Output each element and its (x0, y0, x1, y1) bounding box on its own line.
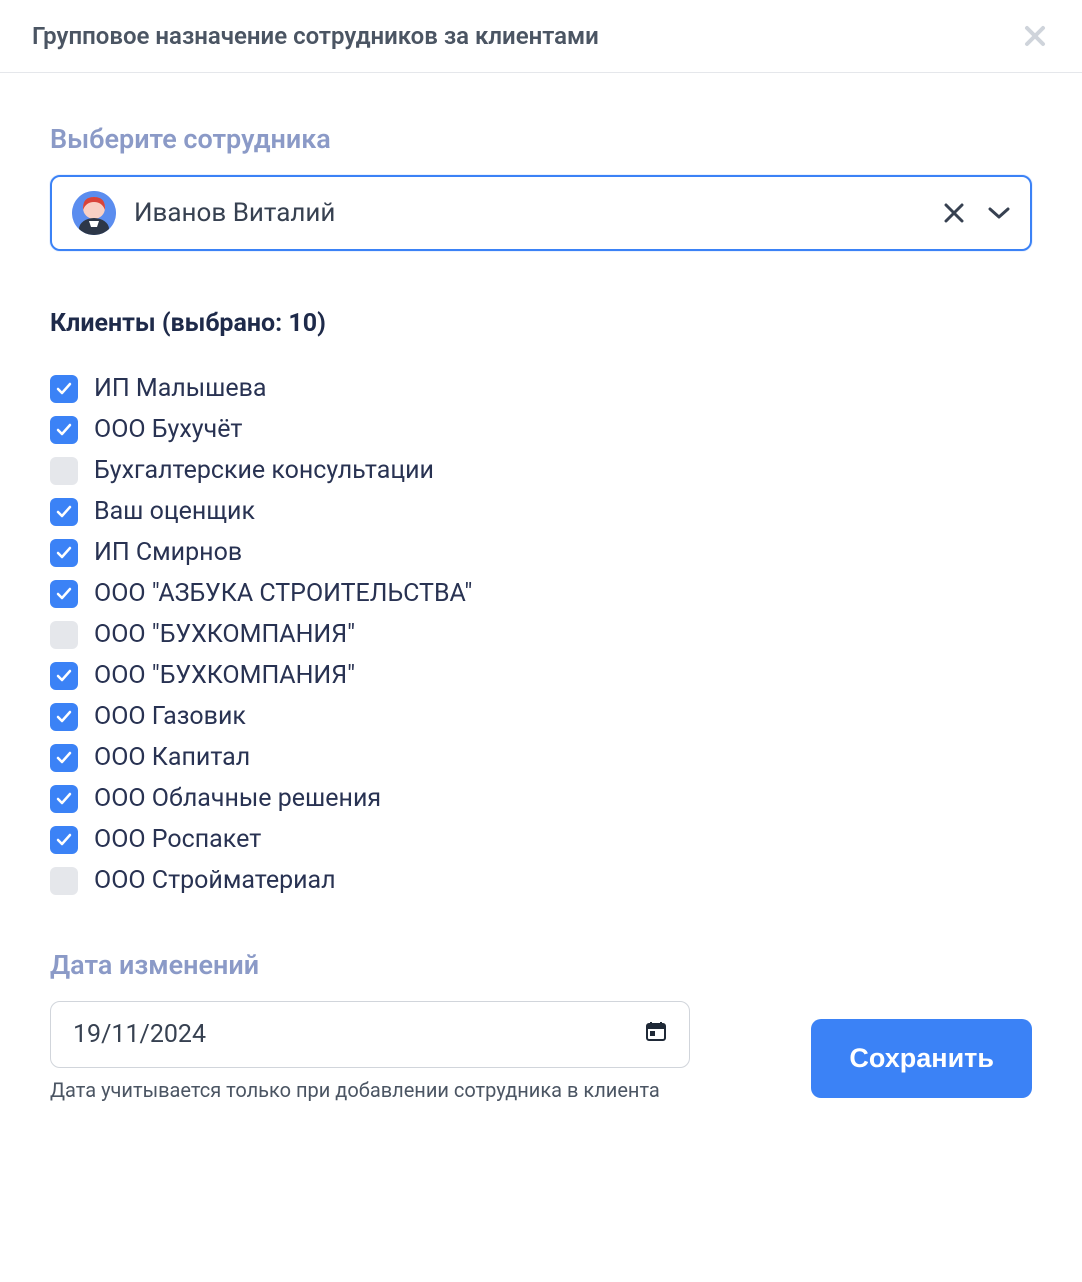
client-list: ИП Малышева ООО Бухучёт Бухгалтерские конс… (50, 374, 1032, 895)
chevron-down-icon (988, 206, 1010, 220)
client-row: ИП Малышева (50, 374, 1032, 403)
client-row: ООО "АЗБУКА СТРОИТЕЛЬСТВА" (50, 579, 1032, 608)
client-row: Бухгалтерские консультации (50, 456, 1032, 485)
check-icon (55, 708, 73, 726)
close-button[interactable] (1020, 20, 1050, 52)
client-label: ООО "БУХКОМПАНИЯ" (94, 661, 355, 690)
date-input[interactable]: 19/11/2024 (50, 1001, 690, 1068)
modal-title: Групповое назначение сотрудников за клие… (32, 22, 599, 50)
employee-avatar (72, 191, 116, 235)
client-checkbox[interactable] (50, 703, 78, 731)
clear-selection-button[interactable] (944, 203, 964, 223)
client-row: ИП Смирнов (50, 538, 1032, 567)
date-hint: Дата учитывается только при добавлении с… (50, 1078, 690, 1102)
client-label: Бухгалтерские консультации (94, 456, 434, 485)
client-label: ООО "АЗБУКА СТРОИТЕЛЬСТВА" (94, 579, 472, 608)
client-checkbox[interactable] (50, 539, 78, 567)
check-icon (55, 667, 73, 685)
check-icon (55, 503, 73, 521)
modal-header: Групповое назначение сотрудников за клие… (0, 0, 1082, 73)
client-checkbox[interactable] (50, 621, 78, 649)
client-label: ООО Роспакет (94, 825, 261, 854)
check-icon (55, 749, 73, 767)
client-row: ООО "БУХКОМПАНИЯ" (50, 661, 1032, 690)
client-checkbox[interactable] (50, 580, 78, 608)
employee-select[interactable]: Иванов Виталий (50, 175, 1032, 251)
check-icon (55, 585, 73, 603)
client-label: ООО "БУХКОМПАНИЯ" (94, 620, 355, 649)
clients-heading: Клиенты (выбрано: 10) (50, 309, 1032, 338)
calendar-icon (645, 1020, 667, 1049)
client-checkbox[interactable] (50, 498, 78, 526)
client-label: Ваш оценщик (94, 497, 255, 526)
client-label: ООО Облачные решения (94, 784, 381, 813)
employee-selected-name: Иванов Виталий (134, 198, 944, 228)
client-label: ИП Малышева (94, 374, 267, 403)
check-icon (55, 831, 73, 849)
check-icon (55, 421, 73, 439)
employee-label: Выберите сотрудника (50, 123, 1032, 155)
client-checkbox[interactable] (50, 662, 78, 690)
client-label: ООО Капитал (94, 743, 250, 772)
save-button[interactable]: Сохранить (811, 1019, 1032, 1098)
date-label: Дата изменений (50, 949, 1032, 981)
client-row: ООО Газовик (50, 702, 1032, 731)
check-icon (55, 380, 73, 398)
client-row: ООО Роспакет (50, 825, 1032, 854)
date-value: 19/11/2024 (73, 1020, 206, 1049)
client-checkbox[interactable] (50, 867, 78, 895)
modal-body: Выберите сотрудника Иванов Виталий (0, 73, 1082, 1142)
client-checkbox[interactable] (50, 457, 78, 485)
client-row: Ваш оценщик (50, 497, 1032, 526)
client-row: ООО Капитал (50, 743, 1032, 772)
client-checkbox[interactable] (50, 785, 78, 813)
client-checkbox[interactable] (50, 416, 78, 444)
close-icon (1024, 25, 1046, 47)
check-icon (55, 790, 73, 808)
client-checkbox[interactable] (50, 826, 78, 854)
dropdown-toggle[interactable] (988, 206, 1010, 220)
client-row: ООО Бухучёт (50, 415, 1032, 444)
client-row: ООО "БУХКОМПАНИЯ" (50, 620, 1032, 649)
client-row: ООО Стройматериал (50, 866, 1032, 895)
client-checkbox[interactable] (50, 375, 78, 403)
client-label: ИП Смирнов (94, 538, 242, 567)
client-label: ООО Бухучёт (94, 415, 242, 444)
x-icon (944, 203, 964, 223)
client-label: ООО Газовик (94, 702, 246, 731)
client-checkbox[interactable] (50, 744, 78, 772)
client-label: ООО Стройматериал (94, 866, 336, 895)
client-row: ООО Облачные решения (50, 784, 1032, 813)
check-icon (55, 544, 73, 562)
